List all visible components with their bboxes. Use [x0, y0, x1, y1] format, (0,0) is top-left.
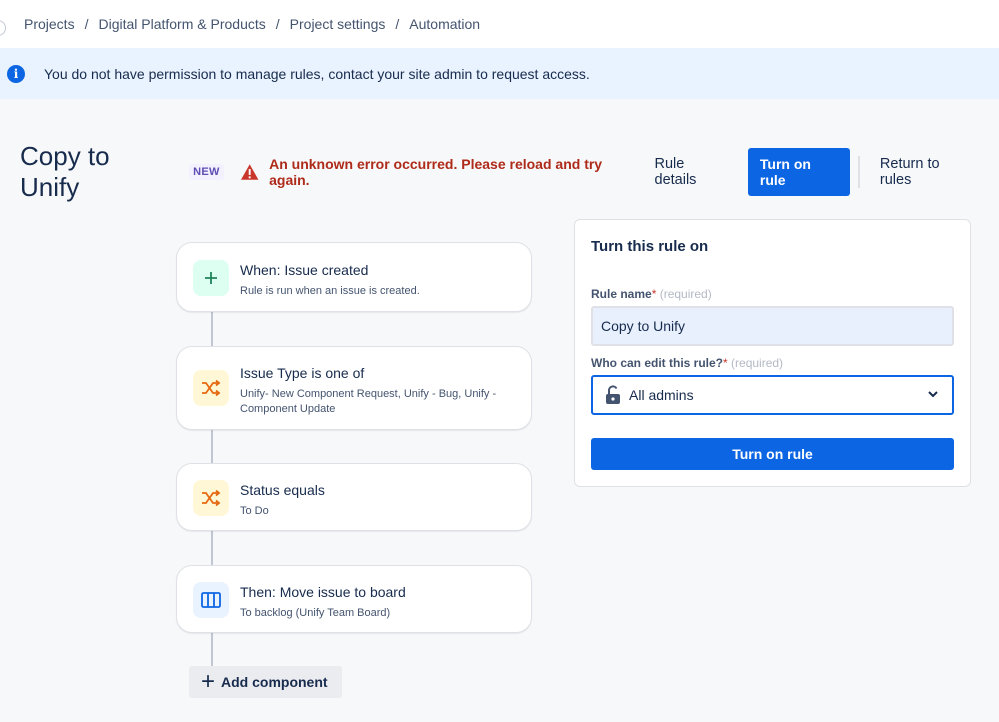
breadcrumb-separator: / — [395, 16, 400, 32]
component-subtitle: Rule is run when an issue is created. — [240, 285, 420, 297]
board-icon — [193, 582, 229, 618]
new-badge: NEW — [189, 164, 224, 180]
breadcrumb-automation[interactable]: Automation — [409, 16, 480, 32]
plus-icon: + — [201, 668, 216, 695]
shuffle-icon — [193, 370, 229, 406]
component-subtitle: Unify- New Component Request, Unify - Bu… — [240, 388, 497, 415]
component-title: When: Issue created — [240, 262, 369, 278]
trigger-component[interactable]: When: Issue created Rule is run when an … — [176, 242, 532, 312]
breadcrumb-project[interactable]: Digital Platform & Products — [98, 16, 265, 32]
required-mark: * — [651, 287, 657, 301]
component-title: Then: Move issue to board — [240, 584, 406, 600]
connector-line — [211, 633, 213, 668]
who-can-edit-label-text: Who can edit this rule? — [591, 356, 724, 370]
condition-component[interactable]: Status equals To Do — [176, 463, 532, 531]
breadcrumb: Projects / Digital Platform & Products /… — [0, 0, 999, 48]
required-text: (required) — [659, 287, 712, 301]
page-title: Copy to Unify — [20, 141, 110, 202]
permission-banner: i You do not have permission to manage r… — [0, 48, 999, 99]
info-icon: i — [7, 64, 25, 83]
rule-name-label: Rule name* (required) — [591, 287, 712, 301]
breadcrumb-project-settings[interactable]: Project settings — [290, 16, 386, 32]
connector-line — [211, 312, 213, 346]
rule-header: Copy to Unify NEW An unknown error occur… — [20, 141, 980, 202]
sidebar-toggle[interactable] — [0, 20, 6, 36]
breadcrumb-projects[interactable]: Projects — [24, 16, 75, 32]
panel-heading: Turn this rule on — [591, 238, 709, 255]
turn-on-rule-submit-button[interactable]: Turn on rule — [591, 438, 954, 470]
rule-details-link[interactable]: Rule details — [647, 150, 736, 194]
component-title: Issue Type is one of — [240, 365, 365, 381]
component-subtitle: To backlog (Unify Team Board) — [240, 607, 391, 619]
shuffle-icon — [193, 480, 229, 516]
add-component-label: Add component — [221, 674, 328, 690]
breadcrumb-separator: / — [84, 16, 89, 32]
divider — [857, 156, 860, 188]
error-message: An unknown error occurred. Please reload… — [269, 156, 603, 188]
component-subtitle: To Do — [240, 505, 269, 517]
chevron-down-icon — [928, 391, 938, 398]
turn-on-rule-button[interactable]: Turn on rule — [747, 148, 850, 196]
who-can-edit-label: Who can edit this rule?* (required) — [591, 356, 783, 370]
rule-name-value: Copy to Unify — [601, 318, 686, 334]
rule-name-input[interactable]: Copy to Unify — [591, 306, 954, 346]
action-component[interactable]: Then: Move issue to board To backlog (Un… — [176, 565, 532, 633]
rule-name-label-text: Rule name — [591, 287, 652, 301]
return-to-rules-link[interactable]: Return to rules — [872, 150, 980, 194]
plus-icon — [193, 260, 229, 296]
who-can-edit-value: All admins — [629, 387, 694, 403]
connector-line — [211, 430, 213, 463]
required-mark: * — [723, 356, 728, 370]
condition-component[interactable]: Issue Type is one of Unify- New Componen… — [176, 346, 532, 430]
component-title: Status equals — [240, 482, 325, 498]
unlock-icon — [606, 385, 620, 404]
required-text: (required) — [731, 356, 784, 370]
who-can-edit-select[interactable]: All admins — [591, 375, 954, 415]
connector-line — [211, 531, 213, 565]
add-component-button[interactable]: + Add component — [189, 666, 342, 698]
breadcrumb-separator: / — [275, 16, 280, 32]
warning-icon — [240, 164, 259, 180]
banner-text: You do not have permission to manage rul… — [44, 65, 590, 82]
turn-on-rule-panel: Turn this rule on Rule name* (required) … — [574, 219, 971, 487]
